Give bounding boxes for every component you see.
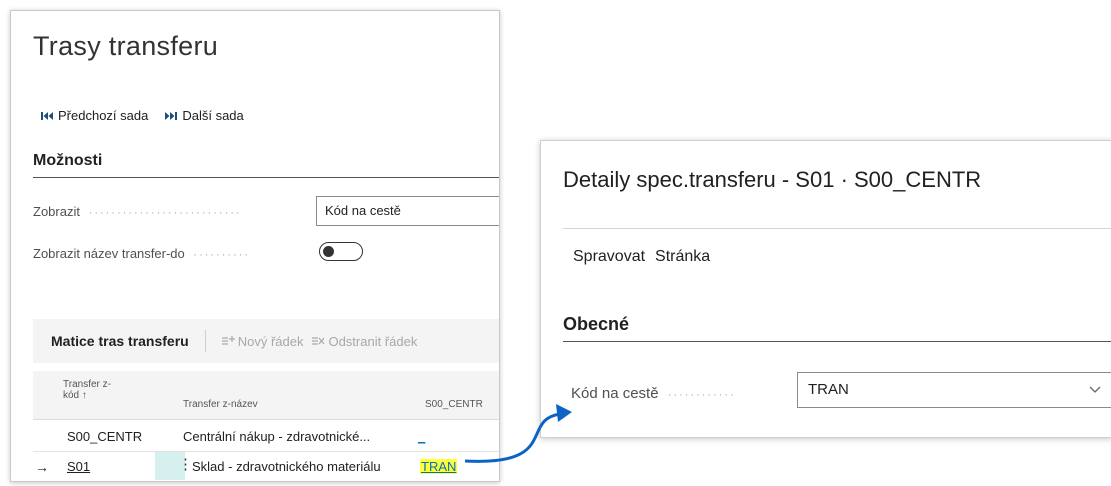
table-row[interactable]: → S01 Sklad - zdravotnického materiálu T… <box>33 452 499 480</box>
section-divider <box>563 341 1111 342</box>
toolbar-separator <box>204 330 206 352</box>
delete-row-label: Odstranit řádek <box>328 333 418 349</box>
show-input-value: Kód na cestě <box>325 203 401 218</box>
row-code[interactable]: S01 <box>67 459 90 474</box>
leader-dots: ·········· <box>188 249 251 261</box>
previous-set-icon <box>41 111 53 120</box>
show-name-toggle[interactable] <box>319 242 363 261</box>
table-row[interactable]: S00_CENTR Centrální nákup - zdravotnické… <box>33 422 499 450</box>
general-section-title: Obecné <box>563 314 630 334</box>
matrix-toolbar: Matice tras transferu Nový řádek Odstran… <box>33 319 499 363</box>
delete-row-button[interactable]: Odstranit řádek <box>311 334 417 349</box>
row-name: Centrální nákup - zdravotnické... <box>183 429 371 444</box>
in-transit-code-value: TRAN <box>808 381 849 398</box>
leader-dots: ············ <box>662 389 736 401</box>
show-label-text: Zobrazit <box>33 204 80 219</box>
in-transit-code-select[interactable]: TRAN <box>797 372 1111 408</box>
next-set-icon <box>165 111 178 120</box>
show-name-label-text: Zobrazit název transfer-do <box>33 246 185 261</box>
detail-title: Detaily spec.transferu - S01 · S00_CENTR <box>563 167 982 192</box>
show-name-field-label: Zobrazit název transfer-do ·········· <box>33 246 250 261</box>
new-row-button[interactable]: Nový řádek <box>221 333 304 349</box>
action-bar: Spravovat Stránka <box>573 248 720 266</box>
current-row-arrow-icon: → <box>35 459 49 475</box>
from-code-header-line2: kód ↑ <box>63 390 87 401</box>
options-section-title: Možnosti <box>33 152 103 169</box>
leader-dots: ··························· <box>83 207 242 219</box>
page-tab[interactable]: Stránka <box>655 248 710 266</box>
in-transit-code-label-text: Kód na cestě <box>571 385 659 402</box>
from-code-header-line1: Transfer z- <box>63 379 111 390</box>
column-header-s00-centr[interactable]: S00_CENTR <box>425 399 483 410</box>
chevron-down-icon <box>1089 386 1101 393</box>
manage-tab[interactable]: Spravovat <box>573 248 645 266</box>
next-set-button[interactable]: Další sada <box>165 108 244 123</box>
show-input[interactable]: Kód na cestě <box>316 196 499 226</box>
column-header-from-code[interactable]: Transfer z- kód ↑ <box>63 379 111 401</box>
toggle-knob <box>323 245 334 257</box>
row-value[interactable]: _ <box>418 429 425 444</box>
set-navigation: Předchozí sada Další sada <box>41 108 261 123</box>
previous-set-button[interactable]: Předchozí sada <box>41 108 148 123</box>
previous-set-label: Předchozí sada <box>58 108 149 123</box>
in-transit-code-label: Kód na cestě ············ <box>571 385 736 402</box>
grid-header: Transfer z- kód ↑ Transfer z-název S00_C… <box>33 371 499 420</box>
show-field-label: Zobrazit ··························· <box>33 204 242 219</box>
row-name: Sklad - zdravotnického materiálu <box>192 459 381 474</box>
delete-row-icon <box>312 337 325 345</box>
transfer-detail-page: Detaily spec.transferu - S01 · S00_CENTR… <box>540 140 1111 438</box>
new-row-icon <box>221 336 235 345</box>
matrix-title: Matice tras transferu <box>51 333 189 349</box>
next-set-label: Další sada <box>182 108 244 123</box>
page-title: Trasy transferu <box>33 31 219 61</box>
row-code[interactable]: S00_CENTR <box>67 429 142 444</box>
row-value[interactable]: TRAN <box>420 459 458 474</box>
new-row-label: Nový řádek <box>237 333 304 349</box>
column-header-from-name[interactable]: Transfer z-název <box>183 399 258 410</box>
row-menu-icon[interactable]: ⋮ <box>178 455 193 473</box>
title-divider <box>563 228 1111 229</box>
transfer-routes-page: Trasy transferu Předchozí sada Další sad… <box>10 10 500 482</box>
section-divider <box>33 177 499 178</box>
